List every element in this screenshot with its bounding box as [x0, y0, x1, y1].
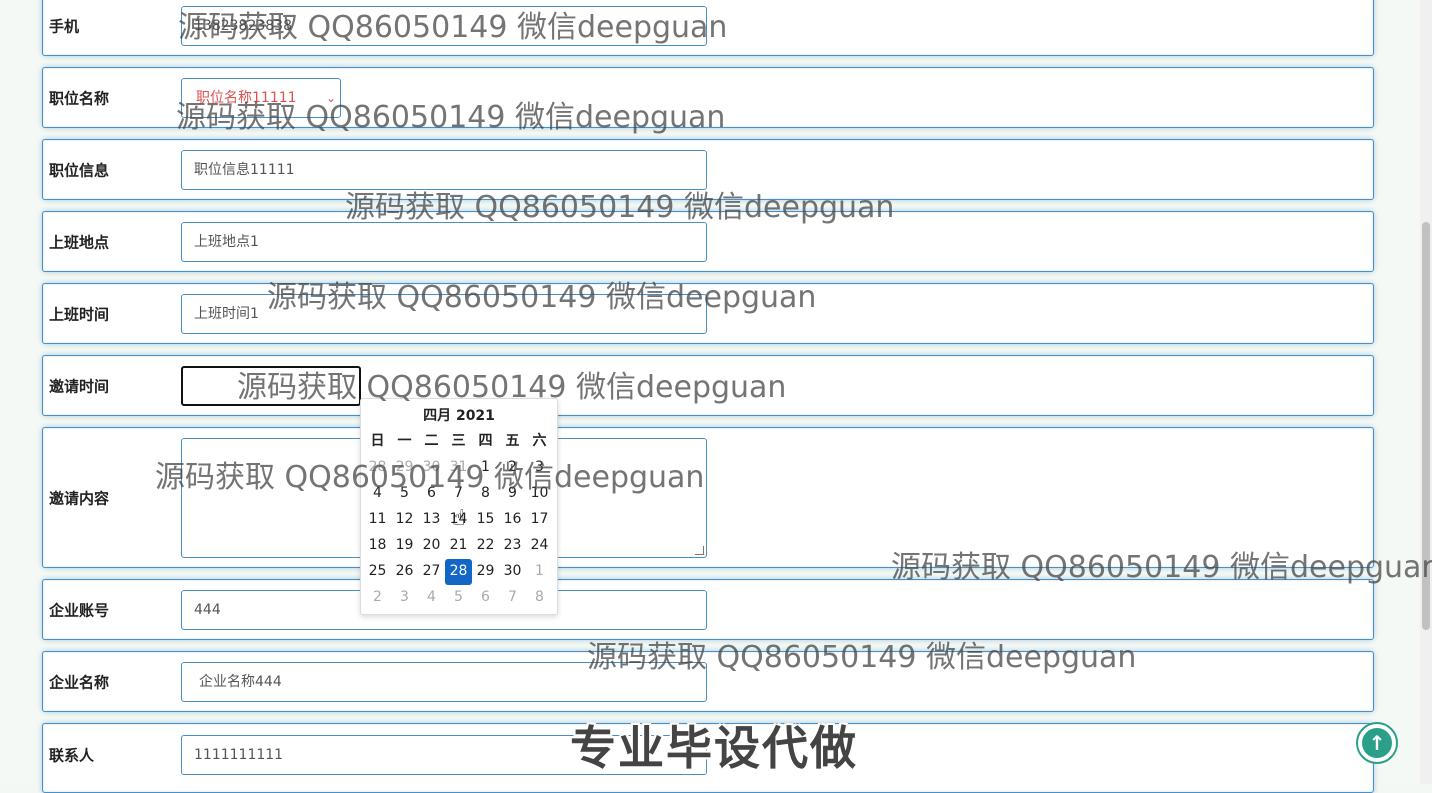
calendar-weekday: 三	[451, 433, 466, 449]
calendar-day[interactable]: 18	[364, 533, 391, 559]
calendar-day[interactable]: 1	[472, 455, 499, 481]
calendar-weekday: 五	[505, 433, 520, 449]
calendar-day[interactable]: 31	[445, 455, 472, 481]
calendar-day[interactable]: 15	[472, 507, 499, 533]
calendar-week-row: 2345678	[364, 585, 554, 611]
calendar-day[interactable]: 21	[445, 533, 472, 559]
hand-cursor-icon: ☝	[452, 506, 466, 531]
calendar-day[interactable]: 8	[472, 481, 499, 507]
resize-grip-icon[interactable]	[695, 546, 704, 555]
calendar-day[interactable]: 17	[526, 507, 553, 533]
calendar-day[interactable]: 10	[526, 481, 553, 507]
calendar-day[interactable]: 20	[418, 533, 445, 559]
position-name-select[interactable]: 职位名称11111 ⌄	[181, 77, 341, 118]
position-info-label: 职位信息	[49, 161, 110, 179]
calendar-day[interactable]: 9	[499, 481, 526, 507]
calendar-day[interactable]: 23	[499, 533, 526, 559]
calendar-day[interactable]: 28	[364, 455, 391, 481]
page: 手机 13823823838 职位名称 职位名称11111 ⌄ 职位信息 职位信…	[0, 0, 1432, 793]
calendar-day[interactable]: 26	[391, 559, 418, 585]
calendar-day[interactable]: 5	[391, 481, 418, 507]
calendar-day[interactable]: 12	[391, 507, 418, 533]
work-time-label: 上班时间	[49, 305, 110, 323]
calendar-day[interactable]: 2	[499, 455, 526, 481]
work-location-label: 上班地点	[49, 233, 110, 251]
row-work-time: 上班时间 上班时间1	[42, 283, 1374, 344]
calendar-day[interactable]: 7	[445, 481, 472, 507]
calendar-weekday: 四	[478, 433, 493, 449]
row-company-name: 企业名称 企业名称444	[42, 651, 1374, 712]
calendar-day[interactable]: 30	[499, 559, 526, 585]
calendar-weekday: 日	[370, 433, 385, 449]
calendar-weekday: 一	[397, 433, 412, 449]
scrollbar[interactable]	[1420, 0, 1432, 784]
calendar-day[interactable]: 3	[526, 455, 553, 481]
company-name-label: 企业名称	[49, 673, 110, 691]
calendar-week-row: 4 5 6 7 8 9 10	[364, 481, 554, 507]
position-info-input[interactable]: 职位信息11111	[181, 149, 707, 190]
calendar-day[interactable]: 28	[445, 559, 472, 585]
work-location-input[interactable]: 上班地点1	[181, 221, 707, 262]
invite-content-label: 邀请内容	[49, 489, 110, 507]
calendar-day[interactable]: 4	[418, 585, 445, 611]
calendar-weekday-row: 日一二三四五六	[364, 429, 554, 455]
row-company-account: 企业账号 444	[42, 579, 1374, 640]
calendar-day[interactable]: 3	[391, 585, 418, 611]
back-to-top-button[interactable]: ↑	[1356, 722, 1398, 764]
calendar-week-row: 25 26 27 28 29 30 1	[364, 559, 554, 585]
calendar-day[interactable]: 6	[418, 481, 445, 507]
calendar-day[interactable]: 1	[526, 559, 553, 585]
row-invite-content: 邀请内容	[42, 427, 1374, 568]
calendar-weekday: 六	[532, 433, 547, 449]
calendar-day[interactable]: 5	[445, 585, 472, 611]
invite-time-date-input[interactable]	[181, 365, 361, 406]
company-name-input[interactable]: 企业名称444	[181, 661, 707, 702]
row-phone: 手机 13823823838	[42, 0, 1374, 56]
calendar-day[interactable]: 24	[526, 533, 553, 559]
work-time-input[interactable]: 上班时间1	[181, 293, 707, 334]
calendar-day[interactable]: 4	[364, 481, 391, 507]
banner-text: 专业毕设代做	[570, 721, 858, 775]
invite-time-label: 邀请时间	[49, 377, 110, 395]
company-account-label: 企业账号	[49, 601, 110, 619]
phone-label: 手机	[49, 17, 80, 36]
arrow-up-icon: ↑	[1362, 728, 1392, 758]
calendar-day[interactable]: 13	[418, 507, 445, 533]
calendar-day[interactable]: 25	[364, 559, 391, 585]
calendar-day[interactable]: 29	[391, 455, 418, 481]
row-position-name: 职位名称 职位名称11111 ⌄	[42, 67, 1374, 128]
phone-input[interactable]: 13823823838	[181, 6, 707, 46]
chevron-down-icon: ⌄	[325, 90, 336, 105]
position-name-label: 职位名称	[49, 89, 110, 107]
calendar-day[interactable]: 29	[472, 559, 499, 585]
calendar-week-row: 18 19 20 21 22 23 24	[364, 533, 554, 559]
row-work-location: 上班地点 上班地点1	[42, 211, 1374, 272]
contact-label: 联系人	[49, 746, 95, 765]
calendar-day[interactable]: 2	[364, 585, 391, 611]
calendar-day[interactable]: 27	[418, 559, 445, 585]
calendar-day[interactable]: 8	[526, 585, 553, 611]
position-name-selected: 职位名称11111	[196, 89, 297, 106]
calendar-day[interactable]: 30	[418, 455, 445, 481]
calendar-title: 四月 2021	[423, 408, 495, 424]
calendar-day[interactable]: 6	[472, 585, 499, 611]
scrollbar-thumb[interactable]	[1422, 222, 1430, 630]
calendar-day[interactable]: 16	[499, 507, 526, 533]
calendar-week-row: 28 29 30 31 1 2 3	[364, 455, 554, 481]
calendar-day[interactable]: 22	[472, 533, 499, 559]
row-position-info: 职位信息 职位信息11111	[42, 139, 1374, 200]
calendar-day[interactable]: 19	[391, 533, 418, 559]
calendar-day[interactable]: 11	[364, 507, 391, 533]
calendar-day[interactable]: 7	[499, 585, 526, 611]
row-invite-time: 邀请时间	[42, 355, 1374, 416]
calendar-weekday: 二	[424, 433, 439, 449]
